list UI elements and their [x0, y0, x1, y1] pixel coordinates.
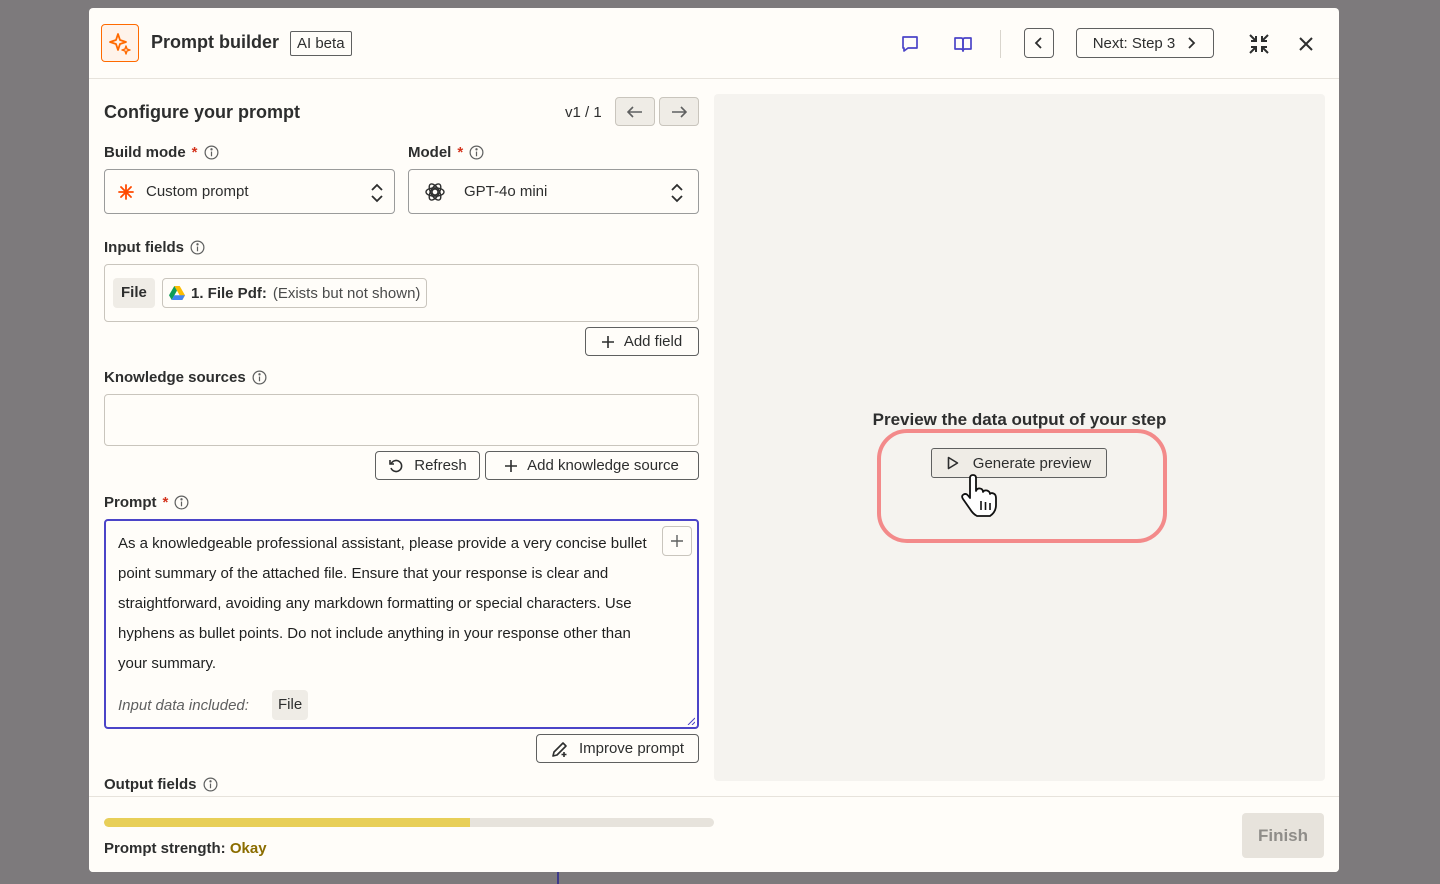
info-icon[interactable]: [190, 240, 205, 255]
preview-title: Preview the data output of your step: [872, 410, 1167, 429]
refresh-button[interactable]: Refresh: [375, 451, 480, 480]
google-drive-icon: [169, 286, 185, 300]
openai-icon: [425, 182, 445, 201]
build-mode-value: Custom prompt: [146, 183, 249, 200]
required-mark: *: [191, 144, 198, 161]
knowledge-sources-label-text: Knowledge sources: [104, 369, 246, 386]
asterisk-icon: [118, 183, 134, 200]
plus-icon: [671, 535, 683, 547]
arrow-right-icon: [672, 105, 687, 118]
model-value: GPT-4o mini: [464, 183, 548, 200]
generate-preview-label: Generate preview: [972, 454, 1092, 472]
model-select[interactable]: GPT-4o mini: [408, 169, 699, 214]
info-icon[interactable]: [203, 777, 218, 792]
chevron-right-icon: [1188, 37, 1196, 49]
build-mode-select[interactable]: Custom prompt: [104, 169, 395, 214]
book-icon[interactable]: [951, 32, 975, 56]
info-icon[interactable]: [204, 145, 219, 160]
add-field-button[interactable]: Add field: [585, 327, 699, 356]
plus-icon: [601, 335, 614, 348]
prompt-label-text: Prompt: [104, 494, 157, 511]
generate-preview-button[interactable]: Generate preview: [931, 448, 1107, 478]
configure-prompt-title: Configure your prompt: [104, 102, 300, 122]
prompt-strength-label: Prompt strength: Okay: [104, 840, 267, 857]
input-fields-box[interactable]: File 1. File Pdf: (Exists but not shown): [104, 264, 699, 322]
preview-panel: Preview the data output of your step Gen…: [714, 94, 1325, 781]
knowledge-sources-box[interactable]: [104, 394, 699, 446]
chevron-left-icon: [1034, 37, 1042, 49]
insert-field-button[interactable]: [662, 526, 692, 556]
next-step-button[interactable]: Next: Step 3: [1076, 28, 1214, 58]
version-back-button[interactable]: [615, 97, 655, 126]
prompt-textarea[interactable]: As a knowledgeable professional assistan…: [104, 519, 699, 729]
collapse-icon[interactable]: [1247, 32, 1271, 56]
info-icon[interactable]: [174, 495, 189, 510]
app-title: Prompt builder: [151, 32, 280, 52]
build-mode-label: Build mode *: [104, 144, 219, 161]
improve-prompt-label: Improve prompt: [578, 740, 685, 757]
input-data-included-label: Input data included:: [118, 697, 249, 714]
info-icon[interactable]: [252, 370, 267, 385]
comment-icon[interactable]: [898, 32, 922, 56]
highlight-annotation: [877, 429, 1167, 543]
add-knowledge-source-label: Add knowledge source: [527, 457, 679, 474]
magic-pen-icon: [552, 741, 567, 757]
input-fields-label: Input fields: [104, 239, 205, 256]
required-mark: *: [457, 144, 464, 161]
file-status: (Exists but not shown): [272, 284, 421, 302]
hand-pointer-icon: [961, 474, 997, 517]
build-mode-label-text: Build mode: [104, 144, 186, 161]
modal-header: Prompt builder AI beta Next: Step 3: [89, 8, 1339, 79]
input-field-type-chip[interactable]: File: [113, 278, 155, 308]
required-mark: *: [162, 494, 169, 511]
sort-chevrons-icon: [371, 183, 383, 203]
prompt-builder-modal: Prompt builder AI beta Next: Step 3 Conf…: [89, 8, 1339, 872]
prompt-strength-bar: [104, 818, 714, 827]
file-name: 1. File Pdf:: [191, 284, 267, 302]
next-step-label: Next: Step 3: [1092, 34, 1176, 52]
info-icon[interactable]: [469, 145, 484, 160]
previous-step-button[interactable]: [1024, 28, 1054, 58]
arrow-left-icon: [627, 105, 642, 118]
backdrop-canvas-line: [557, 872, 559, 884]
plus-icon: [505, 459, 518, 472]
play-icon: [947, 456, 959, 470]
prompt-label: Prompt *: [104, 494, 189, 511]
prompt-strength-value: Okay: [229, 840, 267, 857]
version-indicator: v1 / 1: [565, 104, 602, 121]
model-label-text: Model: [408, 144, 452, 161]
improve-prompt-button[interactable]: Improve prompt: [536, 734, 699, 763]
prompt-strength-text: Prompt strength:: [104, 840, 226, 857]
output-fields-label: Output fields: [104, 776, 218, 793]
sort-chevrons-icon: [671, 183, 683, 203]
prompt-strength-fill: [104, 818, 470, 827]
output-fields-label-text: Output fields: [104, 776, 197, 793]
knowledge-sources-label: Knowledge sources: [104, 369, 267, 386]
input-data-included-chip: File: [272, 690, 309, 720]
header-divider: [1000, 30, 1001, 58]
add-field-label: Add field: [623, 333, 683, 350]
sparkle-icon: [101, 24, 139, 62]
modal-footer: Prompt strength: Okay Finish: [89, 796, 1339, 872]
ai-beta-badge: AI beta: [290, 31, 352, 56]
model-label: Model *: [408, 144, 484, 161]
resize-handle-icon[interactable]: [687, 717, 695, 725]
refresh-icon: [389, 459, 403, 472]
input-fields-label-text: Input fields: [104, 239, 184, 256]
add-knowledge-source-button[interactable]: Add knowledge source: [485, 451, 699, 480]
finish-button[interactable]: Finish: [1242, 813, 1324, 858]
close-icon[interactable]: [1294, 32, 1318, 56]
refresh-label: Refresh: [414, 457, 467, 474]
prompt-text[interactable]: As a knowledgeable professional assistan…: [118, 529, 648, 679]
input-field-file-chip[interactable]: 1. File Pdf: (Exists but not shown): [162, 278, 428, 308]
version-forward-button[interactable]: [659, 97, 699, 126]
